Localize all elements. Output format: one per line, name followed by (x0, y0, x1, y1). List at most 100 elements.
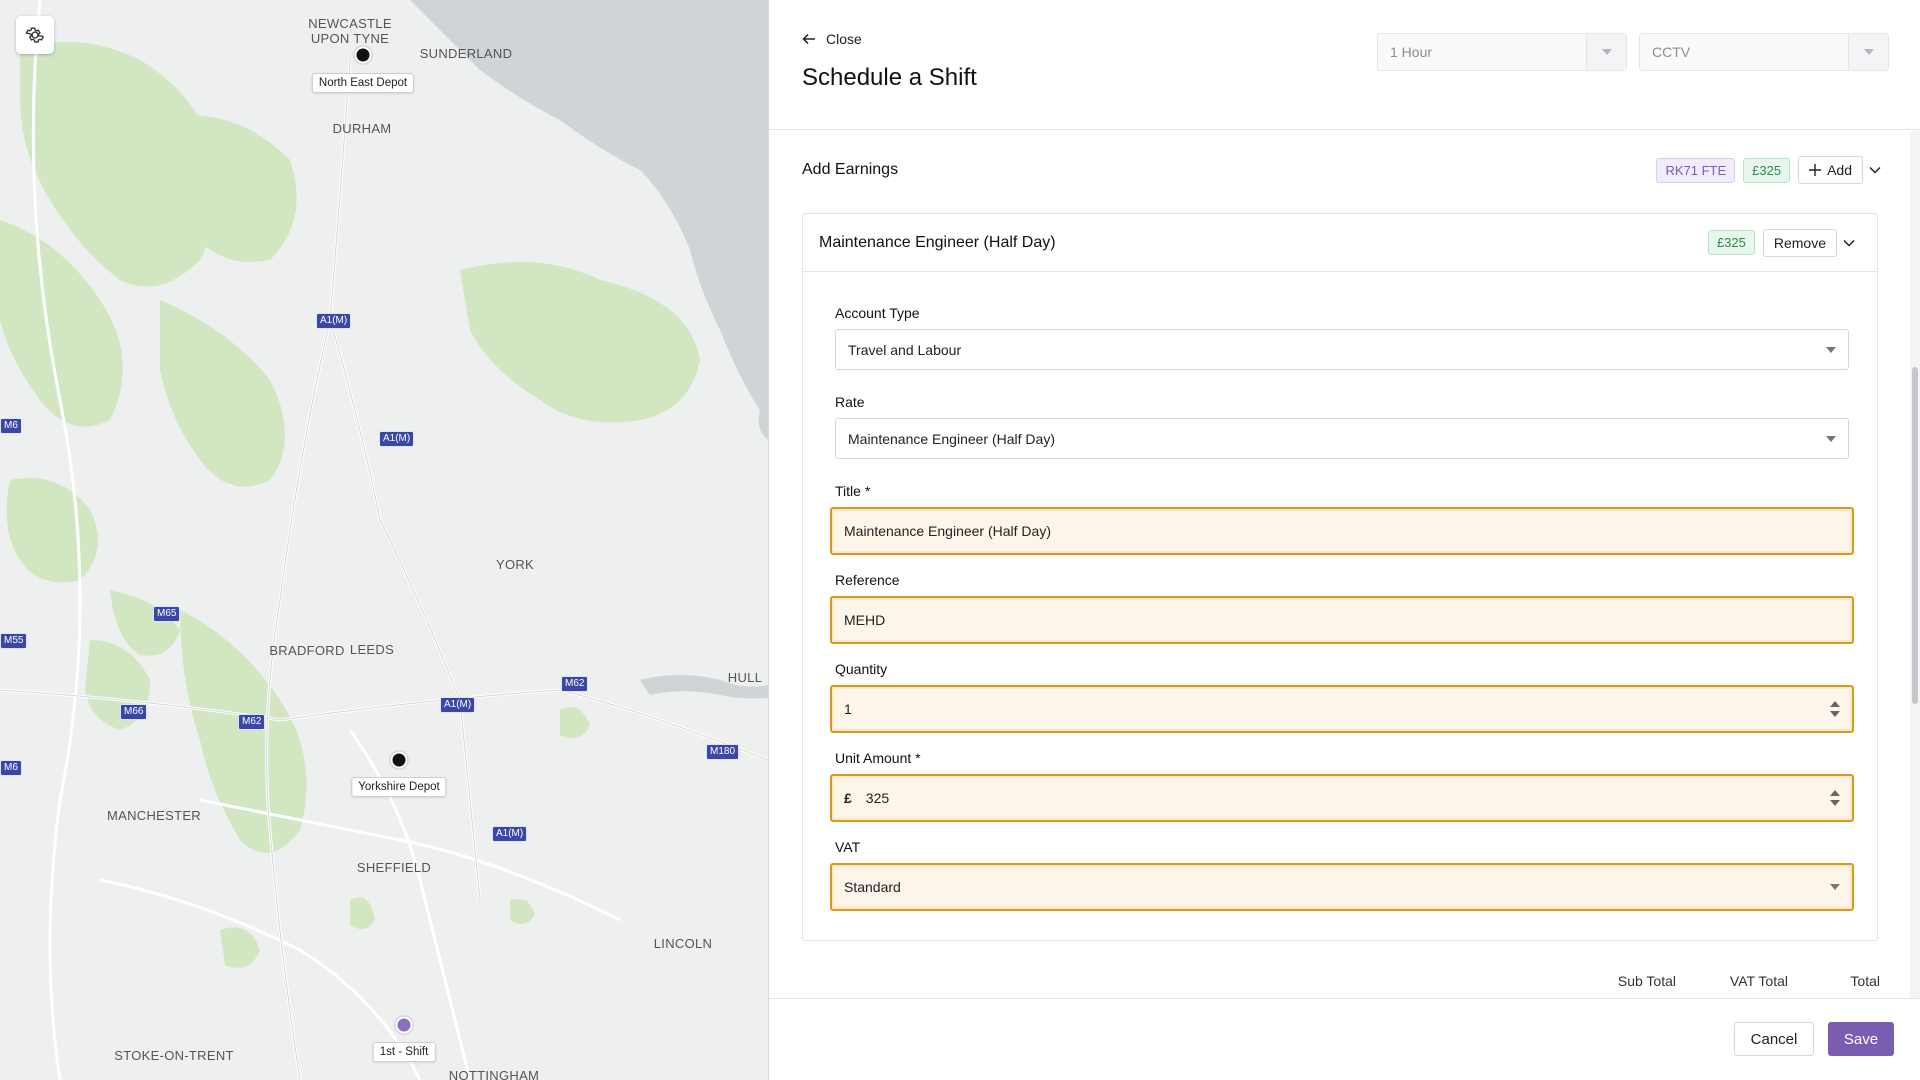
map-marker[interactable] (395, 1016, 413, 1034)
title-field: Title * Maintenance Engineer (Half Day) (830, 483, 1854, 555)
road-shield: A1(M) (316, 313, 352, 329)
city-label: NEWCASTLE UPON TYNE (308, 16, 392, 46)
stepper-arrows-icon[interactable] (1830, 701, 1840, 717)
road-shield: M55 (0, 633, 28, 649)
quantity-value: 1 (844, 701, 852, 717)
chevron-down-icon (1869, 166, 1881, 174)
account-type-label: Account Type (835, 305, 920, 321)
marker-label[interactable]: North East Depot (311, 73, 415, 93)
close-label: Close (826, 31, 862, 47)
quantity-stepper[interactable]: 1 (830, 685, 1854, 733)
stepper-arrows-icon[interactable] (1830, 790, 1840, 806)
duration-value: 1 Hour (1390, 44, 1433, 60)
vat-value: Standard (844, 879, 901, 895)
earning-item-card: Maintenance Engineer (Half Day) £325 Rem… (802, 213, 1878, 941)
road-shield: A1(M) (492, 826, 528, 842)
map-marker[interactable] (354, 46, 372, 64)
rate-value: Maintenance Engineer (Half Day) (848, 430, 1055, 447)
marker-label[interactable]: 1st - Shift (372, 1042, 436, 1062)
unit-amount-value: 325 (865, 790, 890, 806)
schedule-shift-panel: Close Schedule a Shift 1 Hour CCTV Add E… (768, 0, 1920, 1080)
road-shield: M6 (0, 760, 22, 776)
reference-value: MEHD (844, 612, 886, 628)
road-shield: A1(M) (440, 697, 476, 713)
remove-label: Remove (1773, 234, 1826, 251)
plus-icon (1809, 164, 1822, 176)
road-shield: M6 (0, 418, 22, 434)
account-type-field: Account Type Travel and Labour (835, 305, 1849, 370)
road-shield: M62 (561, 676, 589, 692)
rate-select[interactable]: Maintenance Engineer (Half Day) (835, 418, 1849, 459)
close-button[interactable]: Close (802, 31, 862, 47)
rate-label: Rate (835, 394, 865, 410)
chevron-down-icon (1830, 884, 1840, 890)
map-base (0, 0, 768, 1080)
currency-symbol: £ (844, 790, 852, 806)
vat-label: VAT (835, 839, 861, 855)
save-button[interactable]: Save (1828, 1022, 1894, 1056)
earning-item-title: Maintenance Engineer (Half Day) (819, 233, 1056, 251)
title-value: Maintenance Engineer (Half Day) (844, 523, 1051, 539)
vat-total-label: VAT Total (1729, 973, 1788, 989)
unit-amount-input[interactable]: £ 325 (830, 774, 1854, 822)
chevron-down-icon (1826, 435, 1836, 442)
total-label: Total (1850, 973, 1880, 989)
unit-amount-label: Unit Amount * (835, 750, 921, 766)
collapse-item-button[interactable] (1837, 231, 1861, 255)
panel-scrollbar[interactable] (1910, 131, 1920, 998)
city-label: LINCOLN (653, 936, 713, 951)
reference-label: Reference (835, 572, 900, 588)
city-label: SHEFFIELD (356, 860, 432, 875)
earning-item-header: Maintenance Engineer (Half Day) £325 Rem… (803, 214, 1877, 272)
road-shield: M65 (153, 606, 181, 622)
remove-button[interactable]: Remove (1762, 228, 1837, 257)
city-label: MANCHESTER (106, 808, 202, 823)
panel-body[interactable]: Add Earnings RK71 FTE £325 Add Maintenan… (769, 131, 1920, 998)
account-type-select[interactable]: Travel and Labour (835, 329, 1849, 370)
city-label: HULL (727, 670, 763, 685)
road-shield: M62 (238, 714, 266, 730)
panel-footer: Cancel Save (769, 998, 1920, 1080)
sub-total-label: Sub Total (1617, 973, 1676, 989)
earnings-total-badge: £325 (1743, 157, 1791, 183)
vehicle-badge: RK71 FTE (1656, 157, 1736, 183)
road-shield: A1(M) (379, 431, 415, 447)
reference-input[interactable]: MEHD (830, 596, 1854, 644)
panel-header: Close Schedule a Shift 1 Hour CCTV (769, 0, 1920, 130)
add-label: Add (1827, 162, 1852, 178)
arrow-left-icon (802, 33, 815, 45)
add-earning-button[interactable]: Add (1798, 156, 1863, 184)
city-label: YORK (495, 557, 535, 572)
map-settings-button[interactable] (16, 16, 54, 54)
category-select[interactable]: CCTV (1639, 33, 1889, 71)
city-label: NOTTINGHAM (448, 1068, 540, 1080)
cancel-button[interactable]: Cancel (1734, 1022, 1814, 1056)
city-label: DURHAM (332, 121, 392, 136)
duration-select[interactable]: 1 Hour (1377, 33, 1627, 71)
rate-field: Rate Maintenance Engineer (Half Day) (835, 394, 1849, 459)
gear-icon (25, 27, 45, 43)
scrollbar-thumb[interactable] (1912, 367, 1918, 704)
title-input[interactable]: Maintenance Engineer (Half Day) (830, 507, 1854, 555)
vat-select[interactable]: Standard (830, 863, 1854, 911)
map-marker[interactable] (390, 751, 408, 769)
chevron-down-icon (1843, 239, 1855, 247)
chevron-down-icon (1848, 34, 1888, 70)
totals-row: Sub Total VAT Total Total (1588, 973, 1880, 989)
city-label: BRADFORD (269, 643, 345, 658)
earnings-title: Add Earnings (802, 161, 899, 178)
marker-label[interactable]: Yorkshire Depot (351, 777, 447, 797)
city-label: SUNDERLAND (419, 46, 513, 61)
vat-field: VAT Standard (830, 839, 1854, 911)
reference-field: Reference MEHD (830, 572, 1854, 644)
earnings-header: Add Earnings RK71 FTE £325 Add (802, 155, 1887, 185)
page-title: Schedule a Shift (802, 64, 977, 91)
expand-earnings-button[interactable] (1863, 158, 1887, 182)
chevron-down-icon (1586, 34, 1626, 70)
unit-amount-field: Unit Amount * £ 325 (830, 750, 1854, 822)
city-label: LEEDS (349, 642, 395, 657)
road-shield: M180 (706, 744, 740, 760)
map[interactable]: NEWCASTLE UPON TYNE SUNDERLAND DURHAM YOR… (0, 0, 768, 1080)
quantity-field: Quantity 1 (830, 661, 1854, 733)
account-type-value: Travel and Labour (848, 341, 962, 358)
